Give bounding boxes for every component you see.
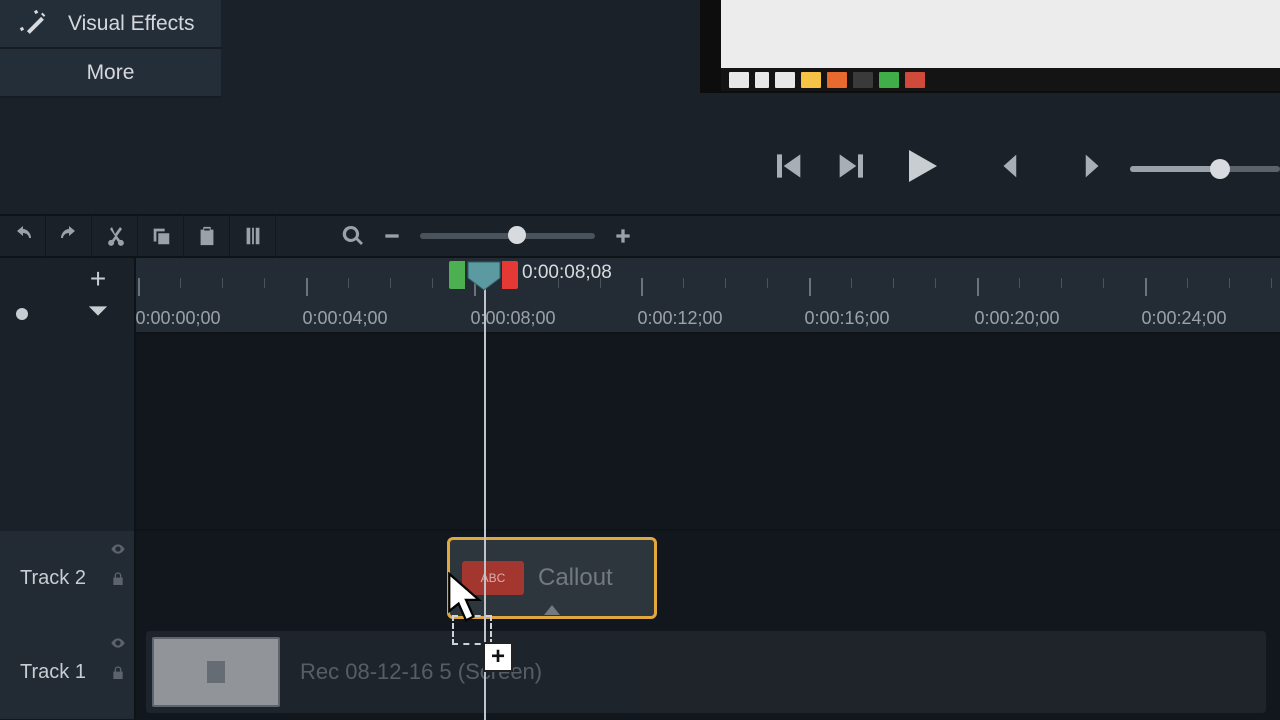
cut-button[interactable] <box>92 214 138 258</box>
clip-media[interactable]: Rec 08-12-16 5 (Screen) <box>146 631 1266 713</box>
clip-callout[interactable]: ABC Callout <box>447 537 657 619</box>
clip-label: Callout <box>538 564 613 592</box>
sidebar-item-more[interactable]: More <box>0 49 221 98</box>
timeline-toolbar <box>0 214 1280 258</box>
zoom-in-button[interactable] <box>607 214 639 258</box>
chevron-up-icon <box>544 605 560 615</box>
sidebar-item-label: More <box>87 61 135 85</box>
taskbar-item <box>853 72 873 88</box>
in-point-handle[interactable] <box>449 261 465 289</box>
collapse-tracks-button[interactable] <box>80 298 116 324</box>
ruler-label: 0:00:12;00 <box>637 308 722 329</box>
zoom-slider[interactable] <box>420 231 595 241</box>
redo-button[interactable] <box>46 214 92 258</box>
taskbar-item <box>827 72 847 88</box>
taskbar-item <box>801 72 821 88</box>
drop-target-outline <box>452 615 492 645</box>
ruler-label: 0:00:24;00 <box>1141 308 1226 329</box>
visibility-icon[interactable] <box>110 541 126 557</box>
track-row-2[interactable]: Track 2 ABC Callout <box>0 531 1280 625</box>
track-label[interactable]: Track 1 <box>0 625 136 719</box>
slider-handle[interactable] <box>1210 159 1230 179</box>
playhead-timecode: 0:00:08;08 <box>522 262 612 284</box>
lock-icon[interactable] <box>110 665 126 681</box>
step-forward-button[interactable] <box>1061 137 1119 195</box>
wand-icon <box>0 7 68 41</box>
track-area: Track 2 ABC Callout Track 1 <box>0 334 1280 720</box>
visibility-icon[interactable] <box>110 635 126 651</box>
track-row-1[interactable]: Track 1 Rec 08-12-16 5 (Screen) <box>0 625 1280 719</box>
ruler-label: 0:00:16;00 <box>804 308 889 329</box>
ruler-left-gutter: + <box>0 258 136 334</box>
zoom-search-button[interactable] <box>330 214 376 258</box>
ruler-label: 0:00:04;00 <box>302 308 387 329</box>
preview-panel <box>700 0 1280 93</box>
paste-button[interactable] <box>184 214 230 258</box>
next-frame-button[interactable] <box>824 137 882 195</box>
prev-frame-button[interactable] <box>758 137 816 195</box>
copy-button[interactable] <box>138 214 184 258</box>
volume-slider[interactable] <box>1130 162 1280 174</box>
taskbar-item <box>729 72 749 88</box>
track-label[interactable]: Track 2 <box>0 531 136 625</box>
split-button[interactable] <box>230 214 276 258</box>
play-button[interactable] <box>890 137 948 195</box>
taskbar-item <box>755 72 769 88</box>
taskbar-item <box>905 72 925 88</box>
callout-chip: ABC <box>462 561 524 595</box>
preview-canvas[interactable] <box>721 0 1280 68</box>
zoom-out-button[interactable] <box>376 214 408 258</box>
slider-fill <box>1130 166 1220 172</box>
plus-icon: + <box>483 642 513 672</box>
slider-handle[interactable] <box>508 226 526 244</box>
track-name: Track 1 <box>20 661 86 684</box>
ruler-label: 0:00:20;00 <box>974 308 1059 329</box>
clip-thumbnail <box>152 637 280 707</box>
playback-controls <box>700 118 1280 213</box>
track-name: Track 2 <box>20 567 86 590</box>
taskbar-item <box>775 72 795 88</box>
timeline-ruler[interactable]: + /* decorative ticks built below via fi… <box>0 258 1280 334</box>
sidebar-item-visual-effects[interactable]: Visual Effects <box>0 0 221 49</box>
undo-button[interactable] <box>0 214 46 258</box>
empty-track-space[interactable] <box>0 334 1280 531</box>
ruler-label: 0:00:00;00 <box>135 308 220 329</box>
out-point-handle[interactable] <box>502 261 518 289</box>
step-back-button[interactable] <box>983 137 1041 195</box>
add-track-button[interactable]: + <box>80 266 116 292</box>
playhead-grip[interactable] <box>467 261 501 287</box>
taskbar-item <box>879 72 899 88</box>
preview-taskbar <box>721 68 1280 91</box>
sidebar-item-label: Visual Effects <box>68 12 194 36</box>
lock-icon[interactable] <box>110 571 126 587</box>
marker-dot-icon <box>16 308 28 320</box>
